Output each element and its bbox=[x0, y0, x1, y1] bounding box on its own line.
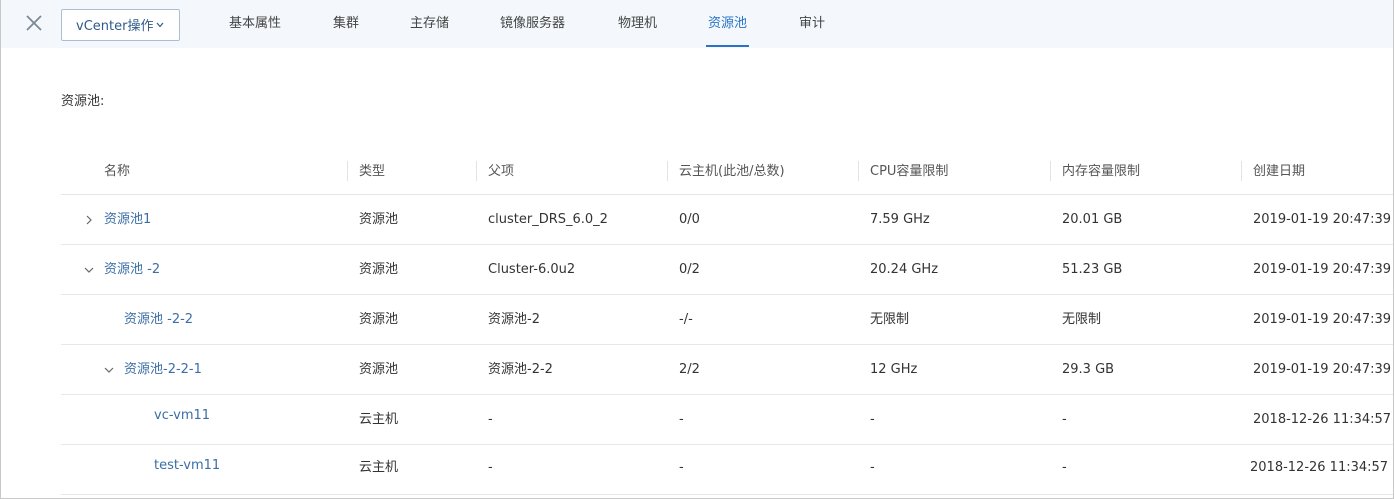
tab-audit[interactable]: 审计 bbox=[799, 0, 825, 48]
row-type: 资源池 bbox=[359, 262, 399, 277]
top-toolbar: vCenter操作 基本属性 集群 主存储 镜像服务器 物理机 资源池 审计 bbox=[1, 0, 1393, 48]
table-row[interactable]: test-vm11 云主机 - - - - 2018-12-26 11:34:5… bbox=[61, 445, 1393, 495]
row-parent: 资源池-2 bbox=[488, 312, 540, 327]
row-name-link[interactable]: 资源池1 bbox=[104, 195, 151, 245]
row-parent: Cluster-6.0u2 bbox=[488, 262, 576, 277]
row-type: 资源池 bbox=[359, 362, 399, 377]
column-header-cpu-limit[interactable]: CPU容量限制 bbox=[858, 148, 949, 195]
row-created-date: 2019-01-19 20:47:39 bbox=[1253, 362, 1392, 377]
row-vm-count: - bbox=[679, 460, 684, 475]
column-header-created-date-label: 创建日期 bbox=[1253, 164, 1306, 179]
row-parent: cluster_DRS_6.0_2 bbox=[488, 212, 608, 227]
column-header-type-label: 类型 bbox=[359, 164, 386, 179]
column-divider bbox=[347, 161, 348, 181]
row-type: 资源池 bbox=[359, 312, 399, 327]
row-vm-count: 0/0 bbox=[679, 212, 700, 227]
column-header-memory-limit-label: 内存容量限制 bbox=[1062, 164, 1141, 179]
table-row[interactable]: 资源池 -2-2 资源池 资源池-2 -/- 无限制 无限制 2019-01-1… bbox=[61, 295, 1393, 345]
row-cpu-limit: 无限制 bbox=[870, 312, 910, 327]
table-row[interactable]: 资源池1 资源池 cluster_DRS_6.0_2 0/0 7.59 GHz … bbox=[61, 195, 1393, 245]
row-created-date: 2019-01-19 20:47:39 bbox=[1253, 212, 1392, 227]
row-created-date: 2019-01-19 20:47:39 bbox=[1253, 312, 1392, 327]
tab-resource-pools[interactable]: 资源池 bbox=[705, 0, 750, 48]
row-cpu-limit: 7.59 GHz bbox=[870, 212, 930, 227]
chevron-right-icon[interactable] bbox=[83, 214, 95, 226]
chevron-down-icon[interactable] bbox=[83, 264, 95, 276]
tab-primary-storage[interactable]: 主存储 bbox=[410, 0, 449, 48]
chevron-down-icon bbox=[156, 10, 164, 40]
row-memory-limit: 51.23 GB bbox=[1062, 262, 1123, 277]
column-divider bbox=[1050, 161, 1051, 181]
column-header-vm-count-label: 云主机(此池/总数) bbox=[679, 164, 785, 179]
row-vm-count: - bbox=[679, 412, 684, 427]
row-type: 云主机 bbox=[359, 412, 399, 427]
column-header-type[interactable]: 类型 bbox=[347, 148, 386, 195]
close-button[interactable] bbox=[23, 12, 45, 34]
column-header-parent[interactable]: 父项 bbox=[476, 148, 515, 195]
row-vm-count: 0/2 bbox=[679, 262, 700, 277]
row-parent: 资源池-2-2 bbox=[488, 362, 553, 377]
column-divider bbox=[476, 161, 477, 181]
column-header-memory-limit[interactable]: 内存容量限制 bbox=[1050, 148, 1141, 195]
row-type: 云主机 bbox=[359, 460, 399, 475]
tab-image-servers[interactable]: 镜像服务器 bbox=[500, 0, 565, 48]
row-cpu-limit: 12 GHz bbox=[870, 362, 918, 377]
tab-basic-properties[interactable]: 基本属性 bbox=[229, 0, 281, 48]
row-name-link[interactable]: 资源池-2-2-1 bbox=[124, 345, 202, 395]
row-cpu-limit: 20.24 GHz bbox=[870, 262, 939, 277]
column-header-cpu-limit-label: CPU容量限制 bbox=[870, 164, 949, 179]
row-memory-limit: 20.01 GB bbox=[1062, 212, 1123, 227]
vcenter-operations-label: vCenter操作 bbox=[76, 19, 154, 34]
row-vm-count: -/- bbox=[679, 312, 693, 327]
row-name-link[interactable]: 资源池 -2 bbox=[104, 245, 160, 295]
table-row[interactable]: 资源池-2-2-1 资源池 资源池-2-2 2/2 12 GHz 29.3 GB… bbox=[61, 345, 1393, 395]
row-cpu-limit: - bbox=[870, 412, 875, 427]
table-row[interactable]: vc-vm11 云主机 - - - - 2018-12-26 11:34:57 bbox=[61, 395, 1393, 445]
row-name-link[interactable]: test-vm11 bbox=[154, 441, 220, 491]
row-created-date: 2018-12-26 11:34:57 bbox=[1250, 460, 1389, 475]
row-name-link[interactable]: 资源池 -2-2 bbox=[124, 295, 193, 345]
table-row[interactable]: 资源池 -2 资源池 Cluster-6.0u2 0/2 20.24 GHz 5… bbox=[61, 245, 1393, 295]
column-header-parent-label: 父项 bbox=[488, 164, 515, 179]
resource-pool-panel: vCenter操作 基本属性 集群 主存储 镜像服务器 物理机 资源池 审计 资… bbox=[0, 0, 1394, 499]
column-divider bbox=[858, 161, 859, 181]
tab-clusters[interactable]: 集群 bbox=[333, 0, 359, 48]
row-parent: - bbox=[488, 460, 493, 475]
row-memory-limit: - bbox=[1062, 460, 1067, 475]
row-created-date: 2019-01-19 20:47:39 bbox=[1253, 262, 1392, 277]
close-icon bbox=[26, 15, 42, 31]
vcenter-operations-dropdown[interactable]: vCenter操作 bbox=[61, 9, 180, 41]
row-parent: - bbox=[488, 412, 493, 427]
row-memory-limit: - bbox=[1062, 412, 1067, 427]
row-created-date: 2018-12-26 11:34:57 bbox=[1253, 412, 1392, 427]
row-memory-limit: 无限制 bbox=[1062, 312, 1102, 327]
row-name-link[interactable]: vc-vm11 bbox=[154, 391, 210, 441]
column-divider bbox=[667, 161, 668, 181]
row-cpu-limit: - bbox=[870, 460, 875, 475]
row-type: 资源池 bbox=[359, 212, 399, 227]
resource-pool-table: 名称 类型 父项 云主机(此池/总数) CPU容量限制 内存容量限制 创建日期 … bbox=[61, 148, 1393, 495]
row-memory-limit: 29.3 GB bbox=[1062, 362, 1115, 377]
tab-hosts[interactable]: 物理机 bbox=[618, 0, 657, 48]
column-header-vm-count[interactable]: 云主机(此池/总数) bbox=[667, 148, 785, 195]
section-title: 资源池: bbox=[61, 94, 105, 109]
chevron-down-icon[interactable] bbox=[103, 364, 115, 376]
column-header-name[interactable]: 名称 bbox=[104, 148, 130, 195]
column-header-created-date[interactable]: 创建日期 bbox=[1241, 148, 1306, 195]
row-vm-count: 2/2 bbox=[679, 362, 700, 377]
column-divider bbox=[1241, 161, 1242, 181]
table-header: 名称 类型 父项 云主机(此池/总数) CPU容量限制 内存容量限制 创建日期 bbox=[61, 148, 1393, 195]
